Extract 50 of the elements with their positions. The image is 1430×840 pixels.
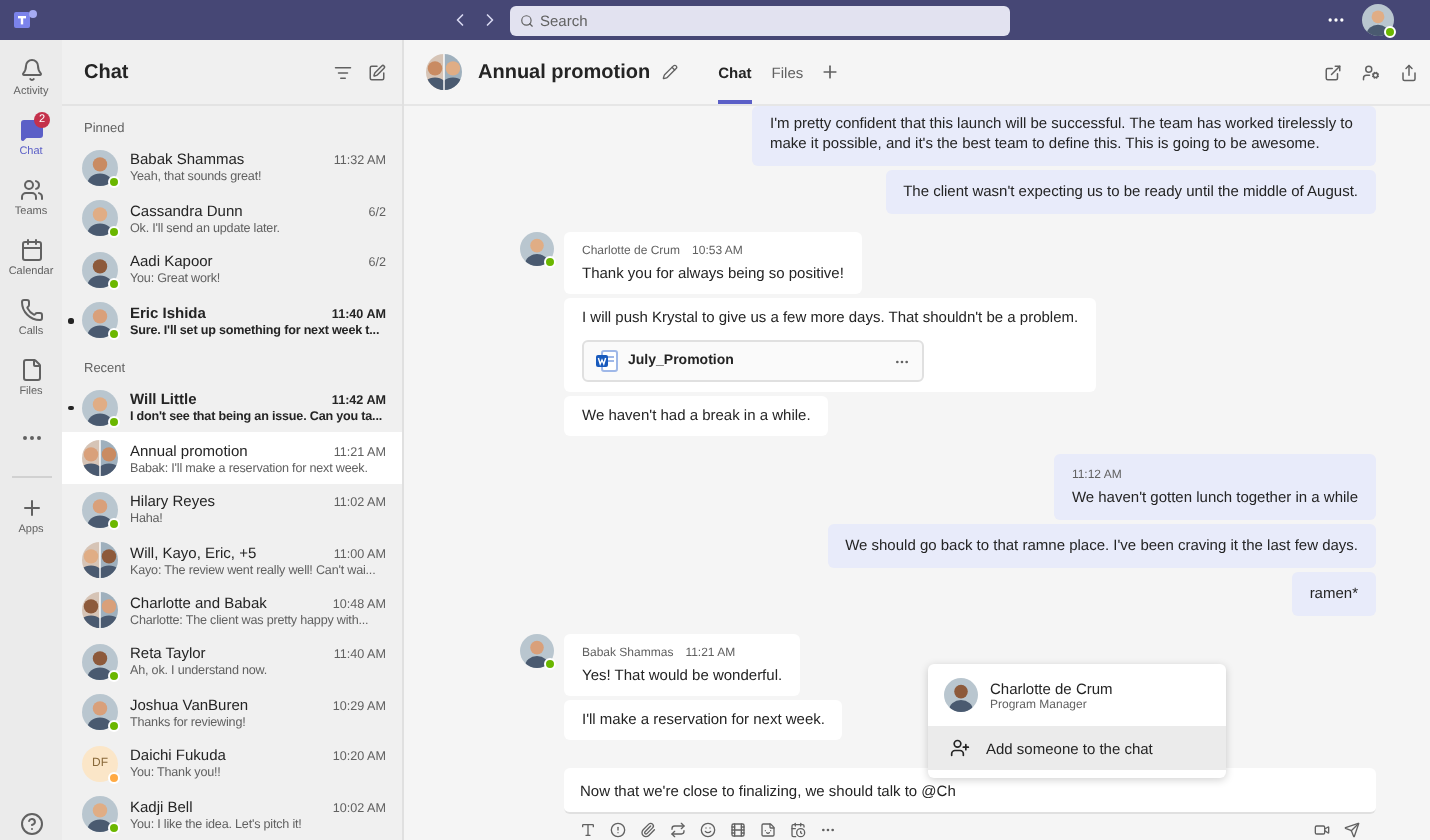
avatar [82, 200, 118, 237]
avatar [82, 592, 118, 629]
plus-icon[interactable] [819, 62, 840, 82]
avatar [82, 491, 118, 528]
avatar [944, 678, 978, 712]
share-icon[interactable] [1400, 63, 1418, 81]
loop-icon[interactable] [670, 822, 686, 838]
people-settings-icon[interactable] [1362, 63, 1380, 81]
pop-out-icon[interactable] [1324, 63, 1342, 81]
panel-title: Chat [84, 61, 131, 83]
avatar [520, 634, 554, 668]
avatar [82, 302, 118, 339]
avatar [82, 440, 118, 477]
send-icon[interactable] [1344, 822, 1360, 838]
compose-icon[interactable] [368, 63, 386, 81]
emoji-icon[interactable] [700, 822, 716, 838]
search-icon [520, 13, 534, 27]
attach-icon[interactable] [640, 822, 656, 838]
unread-dot [68, 318, 73, 324]
logo-icon [14, 8, 38, 32]
alert-icon[interactable] [610, 822, 626, 838]
bell-icon [19, 58, 43, 82]
avatar [82, 149, 118, 186]
schedule-icon[interactable] [790, 822, 806, 838]
avatar [82, 796, 118, 833]
avatar [82, 694, 118, 731]
avatar [82, 542, 118, 579]
sticker-icon[interactable] [760, 822, 776, 838]
avatar [82, 389, 118, 426]
file-icon [19, 358, 43, 382]
people-icon [19, 178, 43, 202]
chat-icon [19, 118, 43, 142]
avatar [82, 251, 118, 288]
document-icon [596, 350, 618, 372]
add-person-icon [950, 738, 970, 758]
avatar [426, 54, 462, 90]
avatar [520, 232, 554, 266]
help-icon[interactable] [19, 812, 43, 836]
filter-icon[interactable] [334, 63, 352, 81]
plus-icon [19, 496, 43, 520]
pencil-icon[interactable] [662, 64, 679, 80]
calendar-icon [19, 238, 43, 262]
video-icon[interactable] [1314, 822, 1330, 838]
unread-dot [68, 405, 73, 411]
avatar [82, 643, 118, 680]
phone-icon [19, 298, 43, 322]
chat-title: Annual promotion [478, 61, 651, 83]
gif-icon[interactable] [730, 822, 746, 838]
avatar [1362, 4, 1394, 36]
format-icon[interactable] [580, 822, 596, 838]
